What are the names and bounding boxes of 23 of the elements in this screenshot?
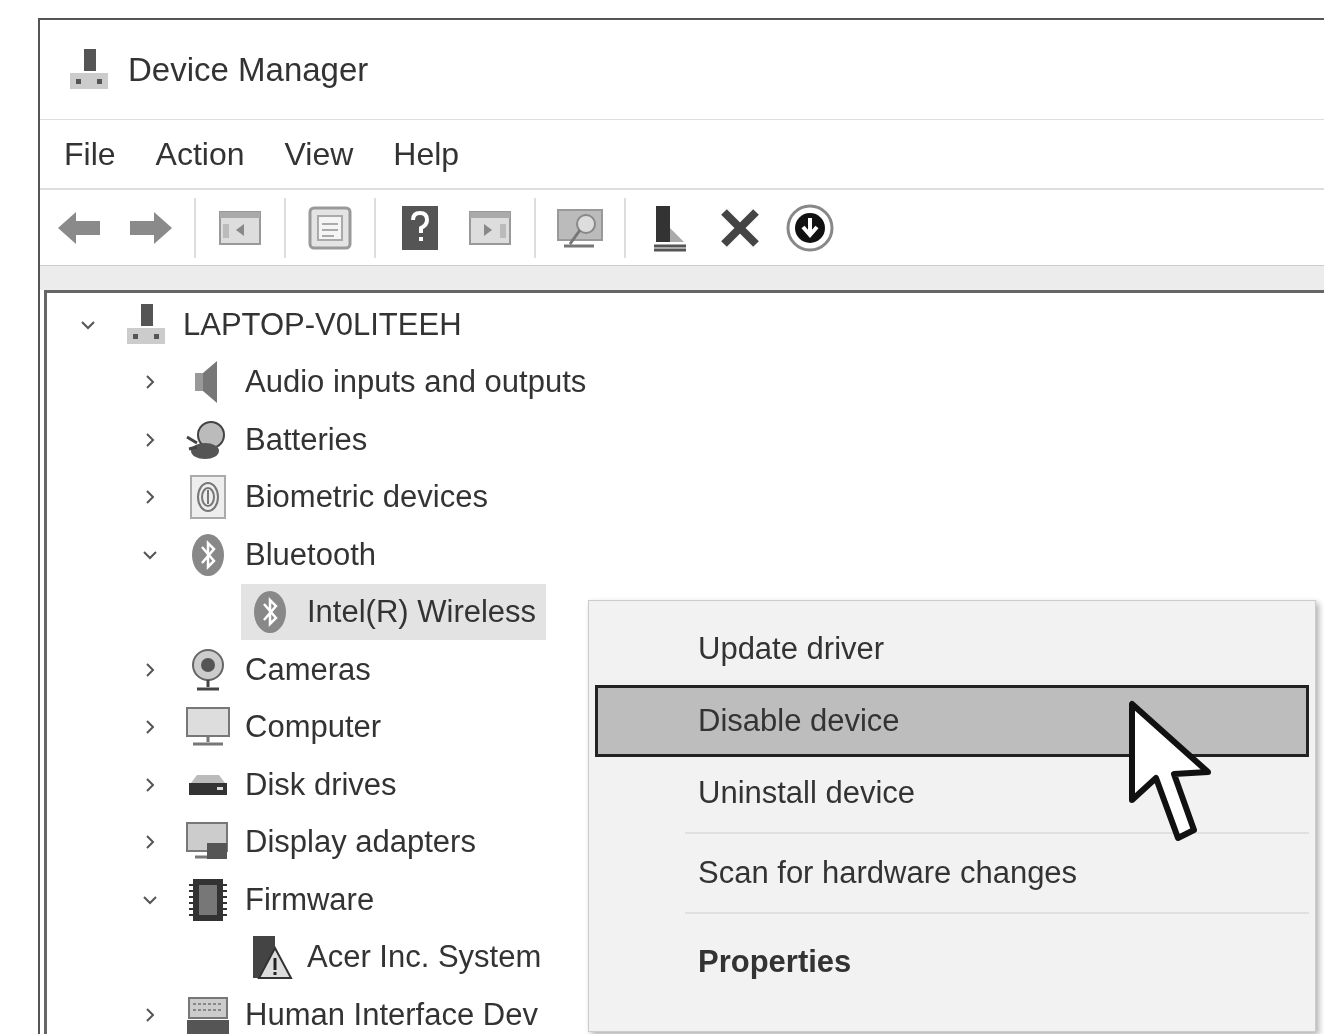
menu-item[interactable]: Scan for hardware changes <box>595 837 1309 909</box>
tree-item[interactable]: Acer Inc. System <box>241 929 552 986</box>
menu-item[interactable]: Help <box>393 130 460 178</box>
tree-item[interactable]: LAPTOP-V0LITEEH <box>117 296 472 353</box>
tree-item[interactable]: Cameras <box>179 641 381 698</box>
tree-item[interactable]: Disk drives <box>179 756 407 813</box>
tree-item[interactable]: Batteries <box>179 411 378 468</box>
tree-item[interactable]: Firmware <box>179 871 385 928</box>
menu-item[interactable]: Disable device <box>595 685 1309 757</box>
tree-item[interactable]: Human Interface Dev <box>179 986 548 1034</box>
tree-item[interactable]: Intel(R) Wireless <box>241 584 547 641</box>
window-title: Device Manager <box>128 49 369 90</box>
tree-item[interactable]: Biometric devices <box>179 469 498 526</box>
tree-item[interactable]: Audio inputs and outputs <box>179 354 597 411</box>
tree-item[interactable]: Computer <box>179 699 392 756</box>
menu-item[interactable]: Uninstall device <box>595 757 1309 829</box>
tree-item[interactable]: Bluetooth <box>179 526 386 583</box>
tree-item[interactable]: Display adapters <box>179 814 486 871</box>
menu-item[interactable]: File <box>64 130 116 178</box>
menu-item[interactable]: Action <box>155 130 245 178</box>
menu-item[interactable]: View <box>284 130 354 178</box>
menu-item[interactable]: Update driver <box>595 613 1309 685</box>
menu-item[interactable]: Properties <box>595 917 1309 1007</box>
